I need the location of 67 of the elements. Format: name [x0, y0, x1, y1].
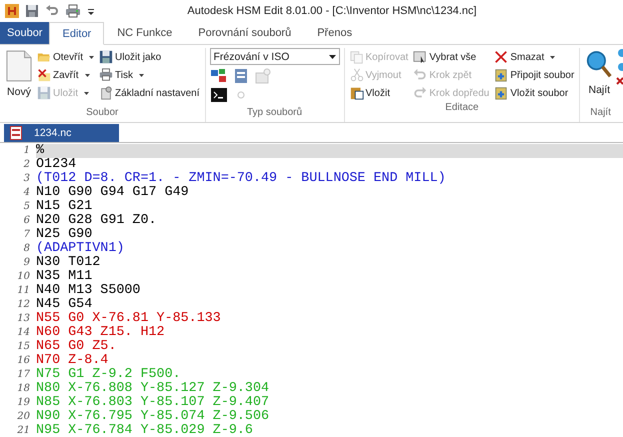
- copy-icon: [350, 50, 364, 64]
- document-icon: [6, 50, 32, 82]
- magnifier-icon: [586, 50, 612, 80]
- line-number: 1: [0, 144, 36, 158]
- close-icon: [494, 50, 508, 64]
- code-line: N80 X-76.808 Y-85.127 Z-9.304: [36, 382, 270, 396]
- group-label: Najít: [589, 107, 612, 120]
- ribbon-button[interactable]: Připojit soubor: [493, 66, 576, 84]
- code-line: N15 G21: [36, 200, 92, 214]
- blocks-icon[interactable]: [210, 68, 228, 84]
- ribbon-button[interactable]: Vložit: [348, 84, 410, 102]
- ribbon-button[interactable]: Základní nastavení: [98, 84, 201, 102]
- document-tab[interactable]: 1234.nc: [4, 124, 120, 142]
- file-type-dropdown[interactable]: Frézování v ISO: [210, 48, 340, 65]
- printer-icon[interactable]: [65, 4, 81, 18]
- code-line: N55 G0 X-76.81 Y-85.133: [36, 312, 221, 326]
- file-tab[interactable]: Soubor: [0, 22, 50, 44]
- close-icon: [37, 68, 51, 82]
- code-line: N35 M11: [36, 270, 92, 284]
- save-icon[interactable]: [25, 4, 39, 18]
- code-line: N95 X-76.784 Y-85.029 Z-9.6: [36, 424, 253, 437]
- ribbon-tab[interactable]: Porovnání souborů: [185, 22, 304, 44]
- group-label: Soubor: [85, 107, 120, 120]
- ribbon-button[interactable]: Vložit soubor: [493, 84, 576, 102]
- window-title: Autodesk HSM Edit 8.01.00 - [C:\Inventor HSM\nc\1234.nc]: [187, 5, 478, 17]
- ribbon-button[interactable]: Tisk: [98, 66, 201, 84]
- code-line: %: [36, 144, 44, 158]
- code-line: (ADAPTIVN1): [36, 242, 124, 256]
- group-label: Editace: [444, 102, 480, 115]
- code-line: N90 X-76.795 Y-85.074 Z-9.506: [36, 410, 270, 424]
- ribbon-button[interactable]: Vybrat vše: [412, 48, 490, 66]
- redo-icon: [413, 86, 428, 100]
- scissors-icon: [350, 68, 364, 82]
- find-button[interactable]: Najít: [584, 48, 614, 107]
- code-line: N85 X-76.803 Y-85.107 Z-9.407: [36, 396, 270, 410]
- code-line: N75 G1 Z-9.2 F500.: [36, 368, 181, 382]
- app-logo-icon: [5, 4, 19, 18]
- code-line: N20 G28 G91 Z0.: [36, 214, 157, 228]
- ribbon-tab[interactable]: Přenos: [304, 22, 366, 44]
- code-line: N45 G54: [36, 298, 92, 312]
- group-label: Typ souborů: [246, 107, 304, 120]
- file-icon: [10, 126, 22, 140]
- ribbon-button[interactable]: Smazat: [493, 48, 576, 66]
- caret-icon: [328, 54, 336, 58]
- ribbon-button[interactable]: Otevřít: [36, 48, 96, 66]
- code-line: N10 G90 G94 G17 G49: [36, 186, 189, 200]
- code-line: N30 T012: [36, 256, 100, 270]
- code-line: (T012 D=8. CR=1. - ZMIN=-70.49 - BULLNOSE END MILL): [36, 172, 446, 186]
- terminal-icon[interactable]: [210, 87, 228, 103]
- code-line: N65 G0 Z5.: [36, 340, 116, 354]
- code-line: N70 Z-8.4: [36, 354, 108, 368]
- ribbon-button[interactable]: Uložit jako: [98, 48, 201, 66]
- new-button[interactable]: Nový: [4, 48, 34, 107]
- undo-icon[interactable]: [45, 4, 59, 18]
- cursor-icon: [413, 50, 428, 64]
- ribbon-tab[interactable]: Editor: [49, 22, 104, 45]
- file-plus-icon: [494, 86, 508, 100]
- printer-icon: [99, 68, 114, 82]
- file-plus-icon: [494, 68, 508, 82]
- code-line: N60 G43 Z15. H12: [36, 326, 165, 340]
- undo-icon: [413, 68, 428, 82]
- clipboard-icon: [350, 86, 364, 100]
- code-line: N40 M13 S5000: [36, 284, 140, 298]
- code-line: N25 G90: [36, 228, 92, 242]
- ribbon-tab[interactable]: NC Funkce: [104, 22, 186, 44]
- ribbon-button[interactable]: Zavřít: [36, 66, 96, 84]
- code-line: O1234: [36, 158, 76, 172]
